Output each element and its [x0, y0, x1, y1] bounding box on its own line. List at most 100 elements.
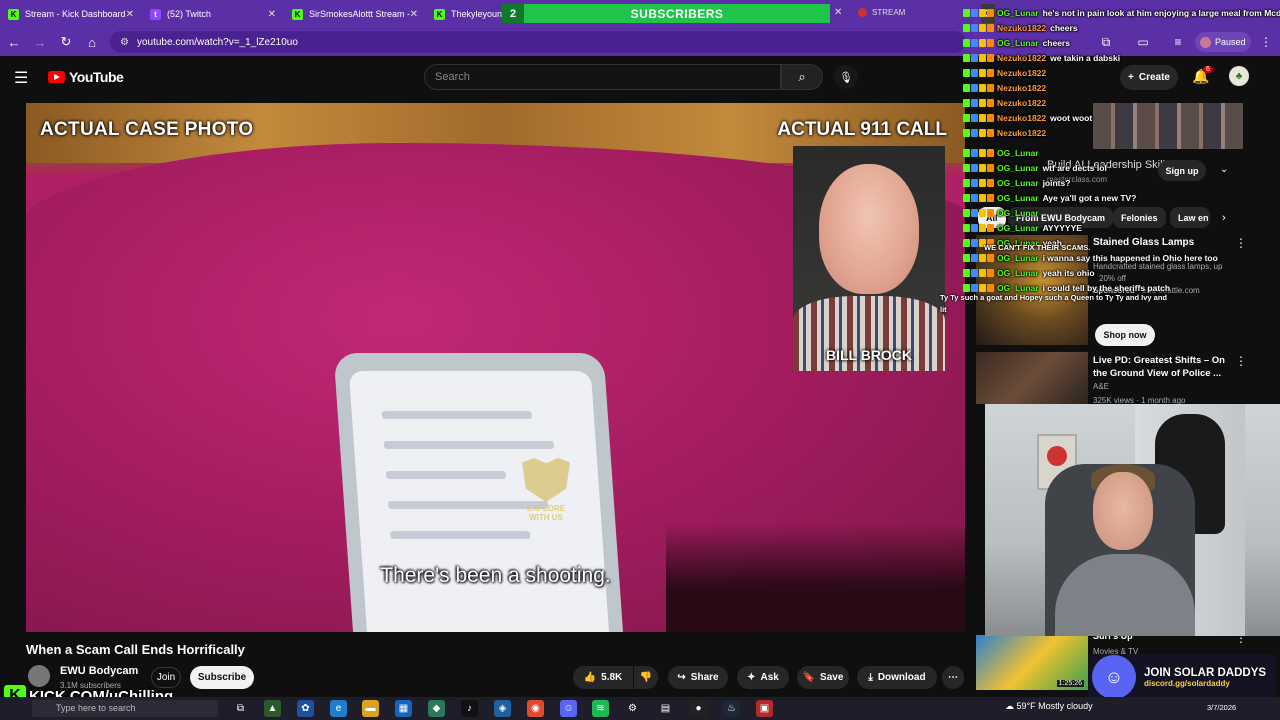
- app-icon[interactable]: ◈: [494, 700, 511, 717]
- chat-username[interactable]: OG_Lunar: [997, 193, 1039, 203]
- reload-icon[interactable]: ↻: [54, 30, 78, 54]
- recommended-channel[interactable]: A&E: [1093, 382, 1109, 391]
- chat-username[interactable]: OG_Lunar: [997, 268, 1039, 278]
- subscribe-button[interactable]: Subscribe: [190, 666, 254, 689]
- more-vert-icon[interactable]: ⋮: [1235, 354, 1247, 368]
- like-button[interactable]: 👍 5.8K: [573, 666, 633, 689]
- channel-name[interactable]: EWU Bodycam: [60, 665, 138, 677]
- badge-icon: [963, 253, 970, 262]
- profile-paused-button[interactable]: Paused: [1195, 32, 1251, 52]
- home-icon[interactable]: ⌂: [80, 30, 104, 54]
- cast-icon[interactable]: ▭: [1133, 32, 1153, 52]
- video-thumbnail[interactable]: 1:25:26: [976, 635, 1088, 690]
- chip-felonies[interactable]: Felonies: [1113, 207, 1166, 228]
- download-button[interactable]: ⤓ Download: [857, 666, 937, 689]
- chevron-right-icon[interactable]: ›: [1222, 212, 1226, 224]
- close-icon[interactable]: ✕: [834, 7, 842, 18]
- weather-text: 59°F Mostly cloudy: [1016, 701, 1093, 711]
- youtube-icon: [858, 8, 867, 17]
- kick-icon: K: [8, 8, 19, 20]
- chat-username[interactable]: OG_Lunar: [997, 38, 1039, 48]
- search-button[interactable]: ⌕: [781, 64, 823, 90]
- chat-badges: [963, 68, 994, 77]
- chat-username[interactable]: OG_Lunar: [997, 223, 1039, 233]
- spotify-icon[interactable]: ≋: [592, 700, 609, 717]
- task-view-icon[interactable]: ⧉: [232, 700, 249, 717]
- browser-tab[interactable]: STREAM: [858, 8, 905, 17]
- forward-icon[interactable]: →: [28, 30, 52, 54]
- video-player[interactable]: EXPLORE WITH US ACTUAL CASE PHOTO ACTUAL…: [26, 103, 965, 632]
- share-button[interactable]: ↪ Share: [668, 666, 728, 689]
- create-button[interactable]: + Create: [1120, 65, 1178, 90]
- more-actions-button[interactable]: ⋯: [942, 666, 964, 689]
- more-vert-icon[interactable]: ⋮: [1235, 236, 1247, 250]
- chat-username[interactable]: OG_Lunar: [997, 283, 1039, 293]
- menu-icon[interactable]: ☰: [14, 68, 34, 88]
- ad-banner-image[interactable]: [1093, 103, 1243, 149]
- dislike-button[interactable]: 👎: [634, 666, 658, 689]
- channel-watermark: EXPLORE WITH US: [516, 458, 576, 528]
- site-info-icon[interactable]: ⚙: [120, 37, 129, 48]
- chip-law[interactable]: Law en: [1170, 207, 1210, 228]
- close-icon[interactable]: ✕: [410, 9, 418, 20]
- obs-icon[interactable]: ●: [690, 700, 707, 717]
- badge-icon: [987, 38, 994, 47]
- chat-username[interactable]: Nezuko1822: [997, 53, 1046, 63]
- chat-username[interactable]: OG_Lunar: [997, 148, 1039, 158]
- chat-username[interactable]: OG_Lunar: [997, 208, 1039, 218]
- reading-list-icon[interactable]: ≡: [1168, 32, 1188, 52]
- ask-button[interactable]: ✦ Ask: [737, 666, 789, 689]
- browser-tab[interactable]: t (52) Twitch ✕: [142, 0, 284, 28]
- app-icon[interactable]: ▤: [657, 700, 674, 717]
- tiktok-icon[interactable]: ♪: [461, 700, 478, 717]
- back-icon[interactable]: ←: [2, 30, 26, 54]
- mic-icon: 🎙: [839, 71, 853, 84]
- ad-lamps-title[interactable]: Stained Glass Lamps: [1093, 237, 1194, 248]
- chat-username[interactable]: OG_Lunar: [997, 253, 1039, 263]
- address-bar[interactable]: ⚙ youtube.com/watch?v=_1_lZe210uo: [110, 31, 966, 53]
- edge-icon[interactable]: e: [330, 700, 347, 717]
- chat-username[interactable]: Nezuko1822: [997, 98, 1046, 108]
- sign-up-button[interactable]: Sign up: [1158, 160, 1206, 181]
- discord-icon[interactable]: ☺: [560, 700, 577, 717]
- badge-icon: [963, 113, 970, 122]
- steam-icon[interactable]: ♨: [723, 700, 740, 717]
- copilot-icon[interactable]: ✿: [297, 700, 314, 717]
- wolf-logo-icon: [522, 458, 570, 502]
- chat-username[interactable]: Nezuko1822: [997, 83, 1046, 93]
- chat-username[interactable]: OG_Lunar: [997, 178, 1039, 188]
- store-icon[interactable]: ▦: [395, 700, 412, 717]
- browser-tab[interactable]: K Stream - Kick Dashboard ✕: [0, 0, 142, 28]
- thumbs-down-icon: 👎: [639, 672, 653, 683]
- nvidia-icon[interactable]: ▲: [264, 700, 281, 717]
- shop-now-button[interactable]: Shop now: [1095, 324, 1155, 346]
- app-icon[interactable]: ◆: [428, 700, 445, 717]
- close-icon[interactable]: ✕: [126, 9, 134, 20]
- search-input[interactable]: Search: [424, 64, 781, 90]
- chat-username[interactable]: Nezuko1822: [997, 68, 1046, 78]
- taskbar-weather[interactable]: ☁ 59°F Mostly cloudy: [1005, 701, 1093, 712]
- chrome-icon[interactable]: ◉: [527, 700, 544, 717]
- browser-tab[interactable]: K SirSmokesAlottt Stream - ✕: [284, 0, 426, 28]
- chat-username[interactable]: Nezuko1822: [997, 128, 1046, 138]
- menu-icon[interactable]: ⋮: [1256, 32, 1276, 52]
- voice-search-button[interactable]: 🎙: [834, 65, 858, 89]
- chevron-down-icon[interactable]: ⌄: [1220, 164, 1228, 175]
- youtube-logo[interactable]: YouTube: [48, 69, 124, 85]
- chat-username[interactable]: Nezuko1822: [997, 113, 1046, 123]
- video-thumbnail[interactable]: [976, 352, 1088, 404]
- save-button[interactable]: 🔖 Save: [797, 666, 849, 689]
- close-icon[interactable]: ✕: [268, 9, 276, 20]
- file-explorer-icon[interactable]: ▬: [362, 700, 379, 717]
- extensions-icon[interactable]: ⧉: [1096, 32, 1116, 52]
- recommended-video-title[interactable]: Live PD: Greatest Shifts – On the Ground…: [1093, 354, 1228, 380]
- app-icon[interactable]: ▣: [756, 700, 773, 717]
- chat-username[interactable]: Nezuko1822: [997, 23, 1046, 33]
- taskbar-date[interactable]: 3/7/2026: [1207, 703, 1236, 712]
- account-avatar[interactable]: ♣: [1229, 66, 1249, 86]
- browser-tab[interactable]: K Thekyleyoung: [426, 0, 506, 28]
- taskbar-search-input[interactable]: Type here to search: [32, 700, 218, 717]
- chat-username[interactable]: OG_Lunar: [997, 163, 1039, 173]
- chat-username[interactable]: OG_Lunar: [997, 8, 1039, 18]
- settings-icon[interactable]: ⚙: [624, 700, 641, 717]
